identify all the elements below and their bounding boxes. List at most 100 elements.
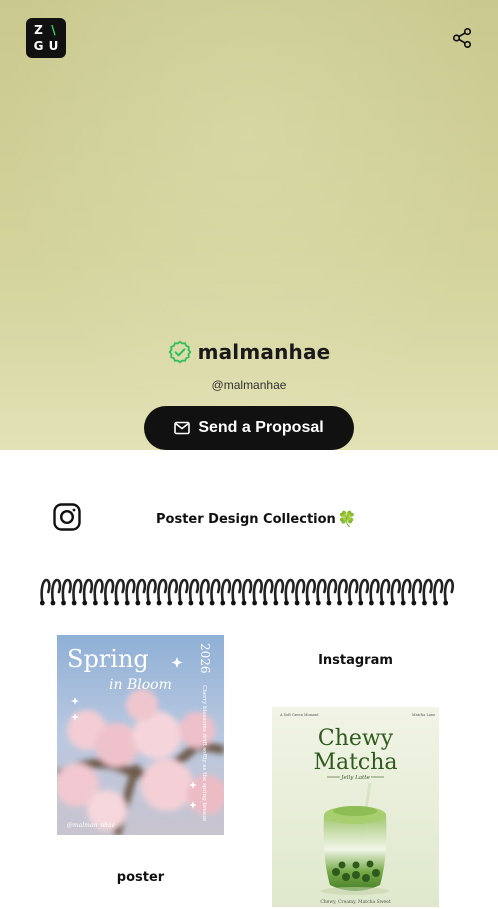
binder-hole bbox=[326, 600, 332, 606]
binder-hole bbox=[390, 600, 396, 606]
binder-hole bbox=[177, 600, 183, 606]
binder-hole bbox=[284, 600, 289, 606]
binder-ring bbox=[72, 578, 83, 604]
caption-instagram[interactable]: Instagram bbox=[272, 653, 439, 668]
binder-ring bbox=[263, 578, 274, 604]
binder-ring bbox=[305, 578, 317, 604]
binder-ring bbox=[114, 578, 125, 604]
binder-ring bbox=[93, 578, 104, 604]
binder-hole bbox=[124, 600, 130, 606]
binder-hole bbox=[443, 600, 449, 606]
binder-hole bbox=[400, 600, 406, 606]
binder-ring bbox=[390, 578, 401, 604]
binder-ring bbox=[422, 578, 433, 604]
binder-ring bbox=[348, 578, 359, 604]
instagram-link[interactable] bbox=[52, 502, 82, 532]
binder-ring bbox=[380, 578, 391, 604]
binder-hole bbox=[156, 600, 162, 606]
spiral-binding bbox=[40, 578, 454, 606]
spring-subtitle: in Bloom bbox=[109, 677, 172, 693]
binder-hole bbox=[422, 600, 427, 606]
collection-link[interactable]: Poster Design Collection 🍀 bbox=[156, 508, 357, 530]
binder-ring bbox=[273, 578, 285, 604]
instagram-icon bbox=[53, 503, 81, 531]
binder-ring bbox=[252, 578, 263, 604]
binder-hole bbox=[146, 600, 151, 606]
poster-thumbnail-matcha[interactable]: A Soft Green Moment Matcha Lane Chewy Ma… bbox=[272, 707, 439, 907]
spring-year: 2026 bbox=[198, 643, 212, 674]
binder-ring bbox=[411, 578, 423, 604]
profile-handle: @malmanhae bbox=[211, 378, 287, 392]
binder-ring bbox=[295, 578, 306, 604]
binder-ring bbox=[104, 578, 115, 604]
binder-ring bbox=[231, 578, 242, 604]
collection-title: Poster Design Collection bbox=[156, 511, 336, 527]
binder-ring bbox=[220, 578, 232, 604]
binder-hole bbox=[411, 600, 417, 606]
logo-letter-z: Z bbox=[34, 23, 43, 37]
verified-badge-icon bbox=[168, 340, 191, 364]
binder-hole bbox=[92, 600, 98, 606]
binder-hole bbox=[262, 600, 268, 606]
spring-title: Spring bbox=[67, 645, 149, 673]
binder-ring bbox=[401, 578, 412, 604]
binder-hole bbox=[368, 600, 374, 606]
binder-hole bbox=[114, 600, 120, 606]
binder-ring bbox=[188, 578, 200, 604]
matcha-top-right: Matcha Lane bbox=[412, 713, 435, 717]
binder-ring bbox=[443, 578, 454, 604]
matcha-subtitle: Jelly Latte bbox=[340, 775, 370, 781]
binder-ring bbox=[433, 578, 444, 604]
binder-hole bbox=[315, 600, 321, 606]
binder-hole bbox=[241, 600, 247, 606]
matcha-top-left: A Soft Green Moment bbox=[279, 713, 319, 717]
binder-ring bbox=[135, 578, 147, 604]
logo-slash: \ bbox=[51, 23, 56, 37]
caption-poster[interactable]: poster bbox=[57, 870, 224, 885]
matcha-title-2: Matcha bbox=[313, 750, 397, 775]
binder-ring bbox=[326, 578, 338, 604]
binder-ring bbox=[167, 578, 179, 604]
binder-hole bbox=[40, 600, 45, 606]
binder-ring bbox=[316, 578, 327, 604]
profile-header: malmanhae @malmanhae bbox=[0, 336, 498, 392]
binder-ring bbox=[125, 578, 136, 604]
binder-hole bbox=[188, 600, 194, 606]
poster-thumbnail-spring[interactable]: Spring in Bloom 2026 Cherry blossoms dri… bbox=[57, 635, 224, 835]
app-logo[interactable]: Z \ G U bbox=[26, 18, 66, 58]
profile-name: malmanhae bbox=[197, 340, 331, 364]
binder-hole bbox=[432, 600, 438, 606]
binder-hole bbox=[61, 600, 66, 606]
binder-hole bbox=[167, 600, 173, 606]
share-button[interactable] bbox=[448, 24, 476, 52]
send-proposal-button[interactable]: Send a Proposal bbox=[144, 406, 354, 450]
binder-hole bbox=[337, 600, 342, 606]
binder-hole bbox=[50, 600, 56, 606]
spring-poster-image: Spring in Bloom 2026 Cherry blossoms dri… bbox=[57, 635, 224, 835]
send-proposal-label: Send a Proposal bbox=[198, 419, 324, 436]
binder-hole bbox=[82, 600, 88, 606]
binder-hole bbox=[273, 600, 279, 606]
binder-ring bbox=[157, 578, 168, 604]
matcha-poster-image: A Soft Green Moment Matcha Lane Chewy Ma… bbox=[272, 707, 439, 907]
binder-ring bbox=[50, 578, 62, 604]
binder-hole bbox=[220, 600, 226, 606]
binder-hole bbox=[230, 600, 236, 606]
spring-side-text: Cherry blossoms drift softly as the spri… bbox=[201, 685, 207, 821]
binder-ring bbox=[337, 578, 348, 604]
binder-hole bbox=[209, 600, 215, 606]
logo-letter-g: G bbox=[33, 39, 44, 53]
binder-ring bbox=[199, 578, 210, 604]
clover-emoji: 🍀 bbox=[337, 510, 357, 528]
binder-hole bbox=[135, 600, 141, 606]
binder-ring bbox=[40, 578, 51, 604]
binder-hole bbox=[199, 600, 204, 606]
binder-ring bbox=[242, 578, 253, 604]
binder-ring bbox=[284, 578, 295, 604]
name-row: malmanhae bbox=[0, 336, 498, 368]
binder-ring bbox=[178, 578, 189, 604]
binder-ring bbox=[146, 578, 157, 604]
binder-ring bbox=[61, 578, 72, 604]
mail-icon bbox=[174, 421, 191, 435]
binder-hole bbox=[305, 600, 311, 606]
